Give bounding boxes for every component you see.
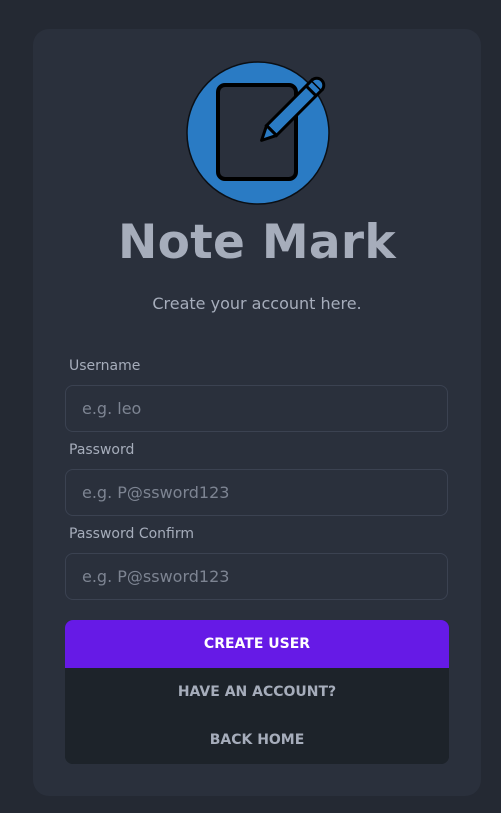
create-user-button[interactable]: CREATE USER	[65, 620, 449, 668]
action-button-group: CREATE USER HAVE AN ACCOUNT? BACK HOME	[65, 620, 449, 764]
app-title: Note Mark	[118, 215, 396, 270]
password-confirm-input[interactable]	[65, 553, 448, 600]
username-label: Username	[69, 358, 141, 374]
password-label: Password	[69, 442, 135, 458]
signup-card: Note Mark Create your account here. User…	[33, 29, 481, 796]
password-confirm-label: Password Confirm	[69, 526, 195, 542]
note-edit-icon	[185, 60, 331, 206]
password-input[interactable]	[65, 469, 448, 516]
username-input[interactable]	[65, 385, 448, 432]
back-home-button[interactable]: BACK HOME	[65, 716, 449, 764]
have-account-button[interactable]: HAVE AN ACCOUNT?	[65, 668, 449, 716]
page-subtitle: Create your account here.	[152, 294, 362, 313]
